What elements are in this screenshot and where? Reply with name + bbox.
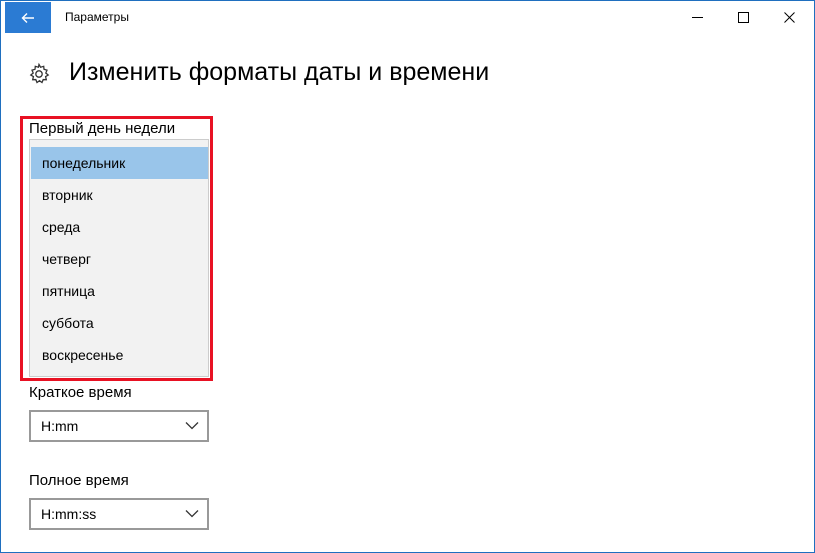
red-highlight-frame — [20, 116, 213, 381]
maximize-icon — [737, 11, 749, 23]
short-time-label: Краткое время — [29, 384, 132, 401]
chevron-down-icon — [185, 422, 199, 430]
minimize-icon — [691, 16, 703, 18]
long-time-label: Полное время — [29, 472, 129, 489]
title-bar: Параметры — [1, 1, 814, 33]
gear-icon — [29, 62, 50, 84]
long-time-select[interactable]: H:mm:ss — [29, 498, 209, 530]
minimize-button[interactable] — [674, 1, 720, 33]
close-icon — [783, 11, 795, 23]
arrow-left-icon — [21, 12, 34, 23]
short-time-select[interactable]: H:mm — [29, 410, 209, 442]
settings-window: Параметры Изменить форматы даты и времен… — [0, 0, 815, 553]
page-title: Изменить форматы даты и времени — [69, 58, 490, 86]
back-button[interactable] — [5, 2, 51, 33]
window-title: Параметры — [65, 10, 129, 24]
close-button[interactable] — [766, 1, 812, 33]
short-time-value: H:mm — [41, 418, 79, 434]
chevron-down-icon — [185, 510, 199, 518]
long-time-value: H:mm:ss — [41, 506, 97, 522]
maximize-button[interactable] — [720, 1, 766, 33]
